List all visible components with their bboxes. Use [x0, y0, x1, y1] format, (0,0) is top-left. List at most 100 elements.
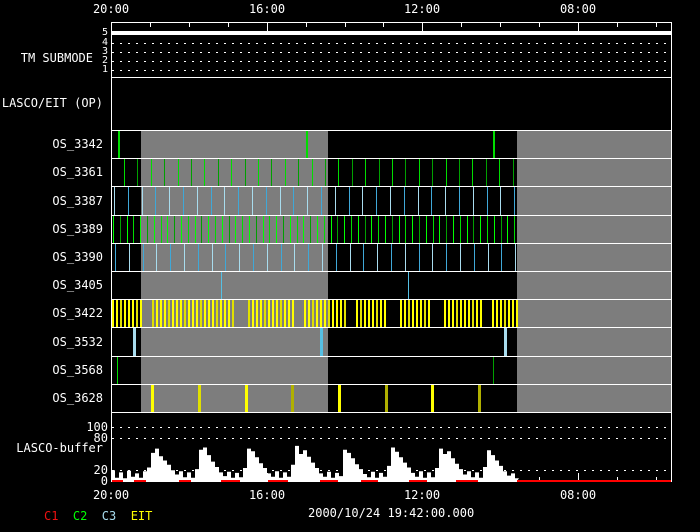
- activity-tick: [500, 187, 501, 215]
- red-marker: [456, 480, 478, 482]
- row-label: OS_3389: [52, 222, 103, 236]
- red-marker: [112, 480, 123, 482]
- activity-tick: [129, 244, 130, 271]
- activity-tick: [292, 300, 294, 327]
- activity-tick: [392, 159, 393, 186]
- activity-tick: [432, 244, 433, 271]
- activity-tick: [133, 216, 134, 243]
- activity-tick: [232, 300, 234, 327]
- activity-tick: [140, 216, 141, 243]
- activity-tick: [473, 216, 474, 243]
- activity-tick: [480, 300, 482, 327]
- activity-tick: [197, 187, 198, 215]
- activity-tick: [312, 159, 313, 186]
- activity-tick: [344, 216, 345, 243]
- activity-tick: [486, 159, 487, 186]
- activity-tick: [390, 187, 391, 215]
- activity-tick: [198, 385, 201, 412]
- activity-tick: [204, 159, 205, 186]
- activity-tick: [412, 300, 414, 327]
- activity-tick: [501, 216, 502, 243]
- row-separator: [111, 327, 672, 328]
- hour-tick-top: [617, 23, 618, 27]
- legend-item: C1: [44, 509, 59, 523]
- activity-tick: [169, 187, 170, 215]
- activity-tick: [298, 159, 299, 186]
- activity-tick: [507, 216, 508, 243]
- hour-tick-top: [267, 23, 268, 31]
- hour-tick-top: [461, 23, 462, 27]
- activity-tick: [238, 187, 239, 215]
- activity-tick: [216, 300, 218, 327]
- activity-tick: [304, 300, 306, 327]
- activity-tick: [487, 216, 488, 243]
- activity-tick: [196, 300, 198, 327]
- activity-tick: [324, 216, 325, 243]
- hour-label-bottom: 20:00: [92, 488, 130, 502]
- activity-tick: [201, 216, 202, 243]
- red-marker: [134, 480, 146, 482]
- activity-tick: [164, 159, 165, 186]
- activity-tick: [331, 216, 332, 243]
- activity-tick: [338, 159, 339, 186]
- buffer-ytick-label: 80: [93, 431, 108, 445]
- activity-tick: [320, 328, 323, 356]
- hour-tick-top: [306, 23, 307, 27]
- activity-tick: [231, 159, 232, 186]
- activity-tick: [494, 216, 495, 243]
- hour-tick-top: [345, 23, 346, 27]
- activity-tick: [303, 216, 304, 243]
- activity-tick: [118, 131, 120, 158]
- activity-tick: [420, 300, 422, 327]
- activity-tick: [378, 216, 379, 243]
- activity-tick: [276, 216, 277, 243]
- activity-tick: [183, 187, 184, 215]
- activity-tick: [120, 216, 121, 243]
- activity-tick: [379, 159, 380, 186]
- activity-tick: [493, 357, 494, 384]
- activity-tick: [191, 159, 192, 186]
- activity-tick: [468, 300, 470, 327]
- activity-tick: [221, 272, 222, 299]
- activity-tick: [336, 300, 338, 327]
- activity-tick: [368, 300, 370, 327]
- activity-tick: [200, 300, 202, 327]
- row-label: OS_3628: [52, 391, 103, 405]
- datetime-stamp: 2000/10/24 19:42:00.000: [308, 506, 475, 520]
- row-separator: [111, 271, 672, 272]
- activity-tick: [418, 187, 419, 215]
- activity-tick: [488, 244, 489, 271]
- hour-tick-top: [189, 23, 190, 27]
- activity-tick: [428, 300, 430, 327]
- activity-tick: [419, 159, 420, 186]
- activity-tick: [252, 187, 253, 215]
- activity-tick: [156, 244, 157, 271]
- activity-tick: [424, 300, 426, 327]
- activity-tick: [267, 244, 268, 271]
- activity-tick: [473, 187, 474, 215]
- activity-tick: [312, 300, 314, 327]
- activity-tick: [307, 187, 308, 215]
- activity-tick: [419, 216, 420, 243]
- row-label: OS_3361: [52, 165, 103, 179]
- activity-tick: [220, 300, 222, 327]
- activity-tick: [400, 300, 402, 327]
- activity-tick: [514, 216, 515, 243]
- row-separator: [111, 186, 672, 187]
- activity-tick: [476, 300, 478, 327]
- activity-tick: [174, 216, 175, 243]
- activity-tick: [391, 244, 392, 271]
- activity-tick: [385, 216, 386, 243]
- legend-item: EIT: [130, 509, 153, 523]
- activity-tick: [439, 216, 440, 243]
- tm-grid-dots: [112, 70, 671, 71]
- activity-tick: [151, 385, 154, 412]
- activity-tick: [272, 300, 274, 327]
- activity-tick: [245, 159, 246, 186]
- activity-tick: [142, 187, 143, 215]
- activity-tick: [161, 216, 162, 243]
- activity-tick: [363, 244, 364, 271]
- activity-tick: [263, 216, 264, 243]
- activity-tick: [266, 187, 267, 215]
- activity-tick: [168, 300, 170, 327]
